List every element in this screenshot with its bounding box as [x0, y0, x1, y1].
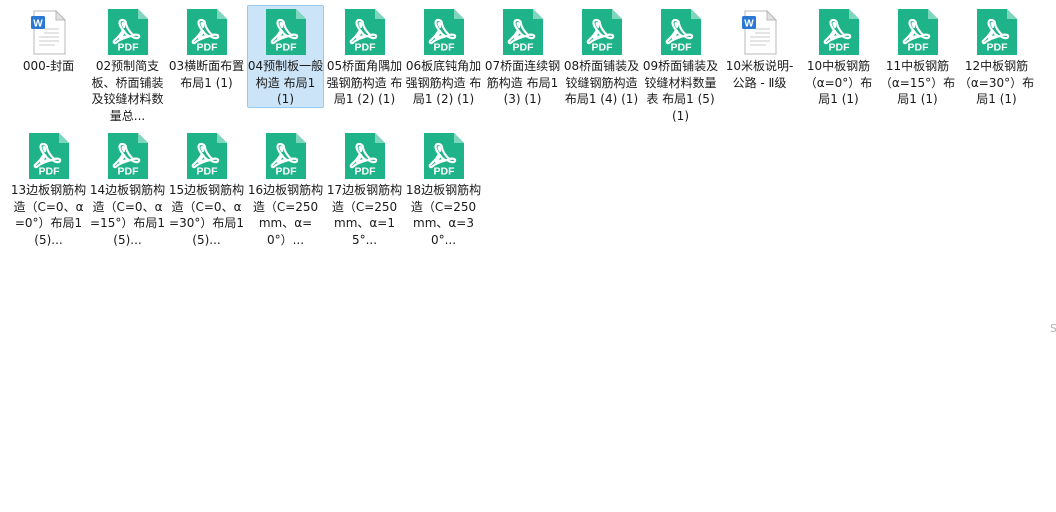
file-name-label: 06板底钝角加强钢筋构造 布局1 (2) (1) — [405, 59, 482, 106]
pdf-icon: PDF — [341, 8, 389, 56]
file-name-label: 16边板钢筋构造（C=250mm、α=0°）... — [247, 183, 324, 247]
file-item[interactable]: PDF 14边板钢筋构造（C=0、α=15°）布局1 (5)... — [89, 129, 166, 250]
file-name-label: 03横断面布置 布局1 (1) — [168, 59, 245, 90]
file-item[interactable]: PDF 18边板钢筋构造（C=250mm、α=30°... — [405, 129, 482, 250]
pdf-badge-text: PDF — [275, 42, 297, 54]
pdf-icon: PDF — [420, 8, 468, 56]
file-item[interactable]: PDF 06板底钝角加强钢筋构造 布局1 (2) (1) — [405, 5, 482, 126]
file-name-label: 13边板钢筋构造（C=0、α=0°）布局1 (5)... — [10, 183, 87, 247]
pdf-badge-text: PDF — [275, 166, 297, 178]
file-item[interactable]: PDF 08桥面铺装及铰缝钢筋构造 布局1 (4) (1) — [563, 5, 640, 126]
word-doc-icon: W — [25, 8, 73, 56]
pdf-badge-text: PDF — [196, 42, 218, 54]
file-name-label: 000-封面 — [22, 59, 75, 73]
pdf-badge-text: PDF — [670, 42, 692, 54]
file-grid: W 000-封面 PDF 02预制简支板、桥面铺装及铰缝材料数量总... PDF… — [10, 5, 1037, 253]
pdf-icon: PDF — [420, 132, 468, 180]
pdf-icon: PDF — [341, 132, 389, 180]
pdf-icon: PDF — [104, 8, 152, 56]
file-name-label: 09桥面铺装及铰缝材料数量表 布局1 (5) (1) — [642, 59, 719, 123]
pdf-badge-text: PDF — [986, 42, 1008, 54]
pdf-icon: PDF — [183, 132, 231, 180]
pdf-badge-text: PDF — [354, 166, 376, 178]
file-item[interactable]: PDF 17边板钢筋构造（C=250mm、α=15°... — [326, 129, 403, 250]
pdf-icon: PDF — [894, 8, 942, 56]
file-name-label: 11中板钢筋（α=15°）布局1 (1) — [879, 59, 956, 106]
word-doc-icon: W — [736, 8, 784, 56]
pdf-badge-text: PDF — [38, 166, 60, 178]
file-name-label: 02预制简支板、桥面铺装及铰缝材料数量总... — [91, 59, 164, 123]
file-name-label: 04预制板一般构造 布局1 (1) — [247, 59, 324, 106]
file-item[interactable]: PDF 10中板钢筋（α=0°）布局1 (1) — [800, 5, 877, 126]
file-name-label: 14边板钢筋构造（C=0、α=15°）布局1 (5)... — [89, 183, 166, 247]
pdf-badge-text: PDF — [117, 42, 139, 54]
pdf-badge-text: PDF — [433, 166, 455, 178]
pdf-icon: PDF — [25, 132, 73, 180]
file-name-label: 07桥面连续钢筋构造 布局1 (3) (1) — [484, 59, 561, 106]
pdf-badge-text: PDF — [433, 42, 455, 54]
pdf-badge-text: PDF — [907, 42, 929, 54]
file-name-label: 17边板钢筋构造（C=250mm、α=15°... — [326, 183, 403, 247]
file-item[interactable]: PDF 03横断面布置 布局1 (1) — [168, 5, 245, 126]
file-name-label: 12中板钢筋（α=30°）布局1 (1) — [958, 59, 1035, 106]
pdf-icon: PDF — [973, 8, 1021, 56]
pdf-icon: PDF — [262, 132, 310, 180]
word-badge-text: W — [33, 19, 43, 30]
pdf-badge-text: PDF — [117, 166, 139, 178]
pdf-badge-text: PDF — [196, 166, 218, 178]
file-name-label: 18边板钢筋构造（C=250mm、α=30°... — [405, 183, 482, 247]
pdf-badge-text: PDF — [512, 42, 534, 54]
pdf-icon: PDF — [262, 8, 310, 56]
file-name-label: 10米板说明-公路 - Ⅱ级 — [725, 59, 794, 90]
file-item[interactable]: PDF 16边板钢筋构造（C=250mm、α=0°）... — [247, 129, 324, 250]
file-name-label: 08桥面铺装及铰缝钢筋构造 布局1 (4) (1) — [563, 59, 640, 106]
pdf-icon: PDF — [499, 8, 547, 56]
file-item[interactable]: W 10米板说明-公路 - Ⅱ级 — [721, 5, 798, 126]
pdf-icon: PDF — [183, 8, 231, 56]
file-item[interactable]: PDF 12中板钢筋（α=30°）布局1 (1) — [958, 5, 1035, 126]
pdf-badge-text: PDF — [828, 42, 850, 54]
pdf-icon: PDF — [815, 8, 863, 56]
pdf-badge-text: PDF — [354, 42, 376, 54]
file-item[interactable]: PDF 11中板钢筋（α=15°）布局1 (1) — [879, 5, 956, 126]
file-name-label: 05桥面角隅加强钢筋构造 布局1 (2) (1) — [326, 59, 403, 106]
file-name-label: 15边板钢筋构造（C=0、α=30°）布局1 (5)... — [168, 183, 245, 247]
file-explorer-view[interactable]: W 000-封面 PDF 02预制简支板、桥面铺装及铰缝材料数量总... PDF… — [0, 0, 1056, 512]
file-item[interactable]: W 000-封面 — [10, 5, 87, 126]
pdf-icon: PDF — [578, 8, 626, 56]
file-item[interactable]: PDF 02预制简支板、桥面铺装及铰缝材料数量总... — [89, 5, 166, 126]
edge-text: Sort — [1050, 322, 1056, 335]
file-name-label: 10中板钢筋（α=0°）布局1 (1) — [804, 59, 873, 106]
pdf-badge-text: PDF — [591, 42, 613, 54]
pdf-icon: PDF — [104, 132, 152, 180]
file-item[interactable]: PDF 07桥面连续钢筋构造 布局1 (3) (1) — [484, 5, 561, 126]
pdf-icon: PDF — [657, 8, 705, 56]
file-item[interactable]: PDF 05桥面角隅加强钢筋构造 布局1 (2) (1) — [326, 5, 403, 126]
file-item[interactable]: PDF 13边板钢筋构造（C=0、α=0°）布局1 (5)... — [10, 129, 87, 250]
file-item[interactable]: PDF 15边板钢筋构造（C=0、α=30°）布局1 (5)... — [168, 129, 245, 250]
file-item[interactable]: PDF 09桥面铺装及铰缝材料数量表 布局1 (5) (1) — [642, 5, 719, 126]
word-badge-text: W — [744, 19, 754, 30]
file-item[interactable]: PDF 04预制板一般构造 布局1 (1) — [247, 5, 324, 108]
